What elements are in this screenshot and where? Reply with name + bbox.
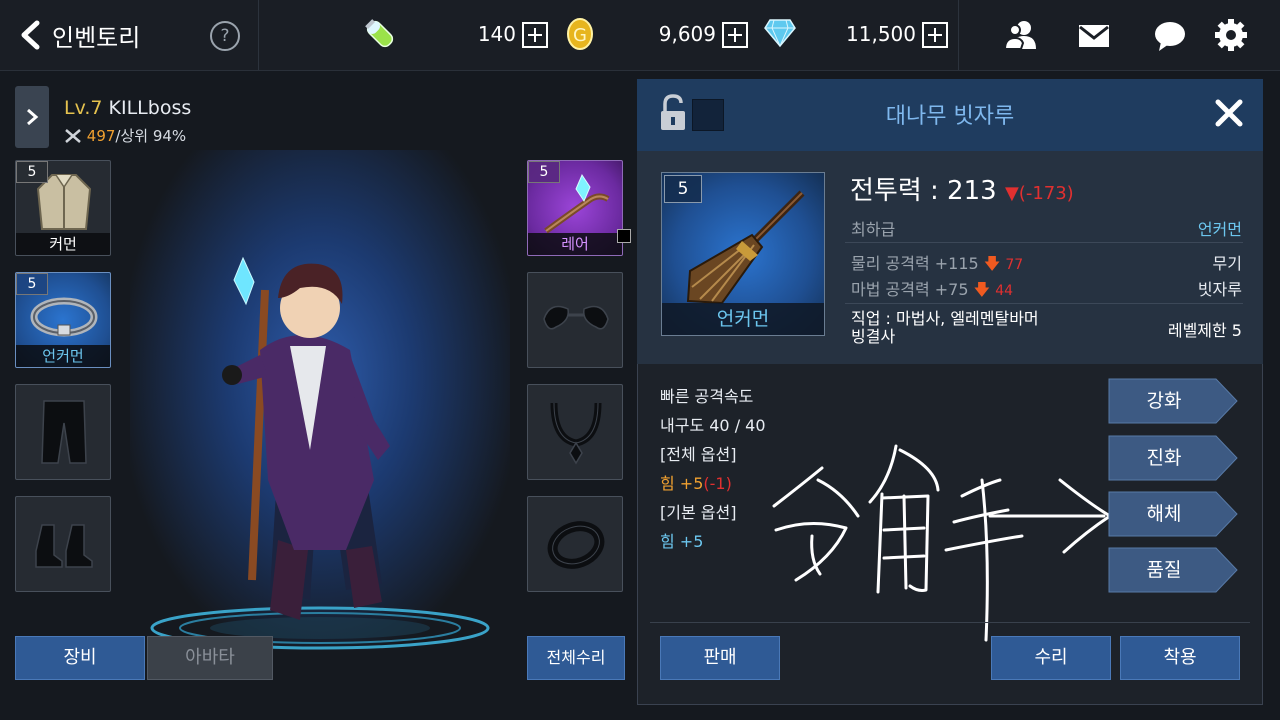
option-value: 힘 +5 [660,474,704,493]
evolve-button[interactable]: 진화 [1108,435,1220,481]
page-title: 인벤토리 [52,24,141,52]
equip-slot-pants[interactable] [15,384,111,480]
down-arrow-icon: 🡇 [973,280,991,299]
quality-button[interactable]: 품질 [1108,547,1220,593]
equip-slot-wings[interactable] [527,272,623,368]
combat-power: 전투력 : 213 ▼(-173) [850,170,1074,207]
character-name: KILLboss [108,97,192,119]
item-subtype: 빗자루 [1197,280,1242,299]
property-line: 힘 +5(-1) [660,469,766,498]
item-type: 무기 [1212,254,1242,273]
slot-level: 5 [16,273,48,295]
magic-attack-stat: 마법 공격력 +75 🡇 44 [851,276,1013,306]
combat-power-diff: (-173) [1018,183,1074,204]
divider [258,0,259,70]
character-name-line: Lv.7 KILLboss [64,97,191,119]
down-triangle-icon: ▼ [1004,183,1019,204]
upgrade-button[interactable]: 강화 [1108,378,1220,424]
friends-icon[interactable] [1004,19,1038,51]
add-stamina-button[interactable] [522,22,548,48]
equip-slot-boots[interactable] [15,496,111,592]
divider [650,622,1250,623]
broom-icon [686,190,805,305]
close-icon[interactable] [1214,98,1244,128]
stamina-potion-icon [365,19,394,48]
character-power-line: 497/상위 94% [64,125,186,146]
svg-text:G: G [573,25,587,46]
expand-panel-button[interactable] [15,86,49,148]
equip-slot-belt[interactable]: 5 언커먼 [15,272,111,368]
class-line-2: 빙결사 [851,327,896,346]
repair-button[interactable]: 수리 [991,636,1111,680]
disassemble-button[interactable]: 해체 [1108,491,1220,537]
magic-attack-diff: 44 [995,283,1014,299]
slot-level: 5 [16,161,48,183]
equip-slot-ring[interactable] [527,496,623,592]
magic-attack-label: 마법 공격력 +75 [851,280,969,299]
chat-icon[interactable] [1154,20,1186,52]
pants-icon [41,400,87,464]
necklace-icon [550,402,602,465]
gold-coin-icon: G [567,18,593,50]
item-title: 대나무 빗자루 [885,104,1015,129]
wings-icon [543,305,609,330]
equipped-marker [617,229,631,243]
diamond-icon [764,19,796,48]
handwritten-annotation [772,444,1112,642]
divider [958,0,959,70]
phys-attack-diff: 77 [1005,257,1024,273]
equip-button[interactable]: 착용 [1120,636,1240,680]
divider [845,303,1243,304]
property-line: 내구도 40 / 40 [660,416,766,435]
item-icon-frame: 5 언커먼 [661,172,825,336]
property-line: 힘 +5 [660,532,704,551]
boots-icon [35,524,93,568]
character-level: Lv.7 [64,97,103,119]
slot-level: 5 [528,161,560,183]
phys-attack-label: 물리 공격력 +115 [851,254,979,273]
item-properties: 빠른 공격속도 내구도 40 / 40 [전체 옵션] 힘 +5(-1) [기본… [660,382,766,556]
property-line: [전체 옵션] [660,445,737,464]
level-requirement: 레벨제한 5 [1167,321,1242,340]
add-gold-button[interactable] [722,22,748,48]
crossed-swords-icon [65,129,81,143]
item-level: 5 [664,175,702,203]
equip-slot-weapon[interactable]: 5 레어 [527,160,623,256]
down-arrow-icon: 🡇 [983,254,1001,273]
item-rarity-label: 언커먼 [662,303,824,335]
chevron-right-icon [27,108,39,126]
slot-rarity-label: 언커먼 [16,345,110,367]
sell-button[interactable]: 판매 [660,636,780,680]
ring-icon [547,521,605,569]
character-figure [150,256,490,650]
property-line: 빠른 공격속도 [660,387,754,406]
equipment-tab-button[interactable]: 장비 [15,636,145,680]
equip-slot-armor[interactable]: 5 커먼 [15,160,111,256]
combat-power-value: 전투력 : 213 [850,176,997,206]
item-grade: 최하급 [851,220,896,239]
equip-slot-necklace[interactable] [527,384,623,480]
character-rank: /상위 94% [115,127,187,145]
class-requirement: 직업 : 마법사, 엘레멘탈바머 빙결사 [851,310,1039,346]
divider [845,242,1243,243]
settings-gear-icon[interactable] [1215,19,1247,51]
gem-value: 11,500 [846,22,916,46]
slot-rarity-label: 커먼 [16,233,110,255]
mail-icon[interactable] [1078,24,1110,48]
stamina-value: 140 [477,22,516,46]
character-power: 497 [86,127,116,145]
avatar-tab-button[interactable]: 아바타 [147,636,273,680]
slot-rarity-label: 레어 [528,233,622,255]
property-line: [기본 옵션] [660,503,737,522]
back-chevron-icon[interactable] [18,20,44,50]
option-diff: (-1) [703,474,732,493]
repair-all-button[interactable]: 전체수리 [527,636,625,680]
belt-icon [30,297,98,337]
add-gem-button[interactable] [922,22,948,48]
help-icon[interactable]: ? [210,21,240,51]
gold-value: 9,609 [658,22,716,46]
item-rarity: 언커먼 [1197,220,1242,239]
class-line-1: 직업 : 마법사, 엘레멘탈바머 [851,309,1039,328]
